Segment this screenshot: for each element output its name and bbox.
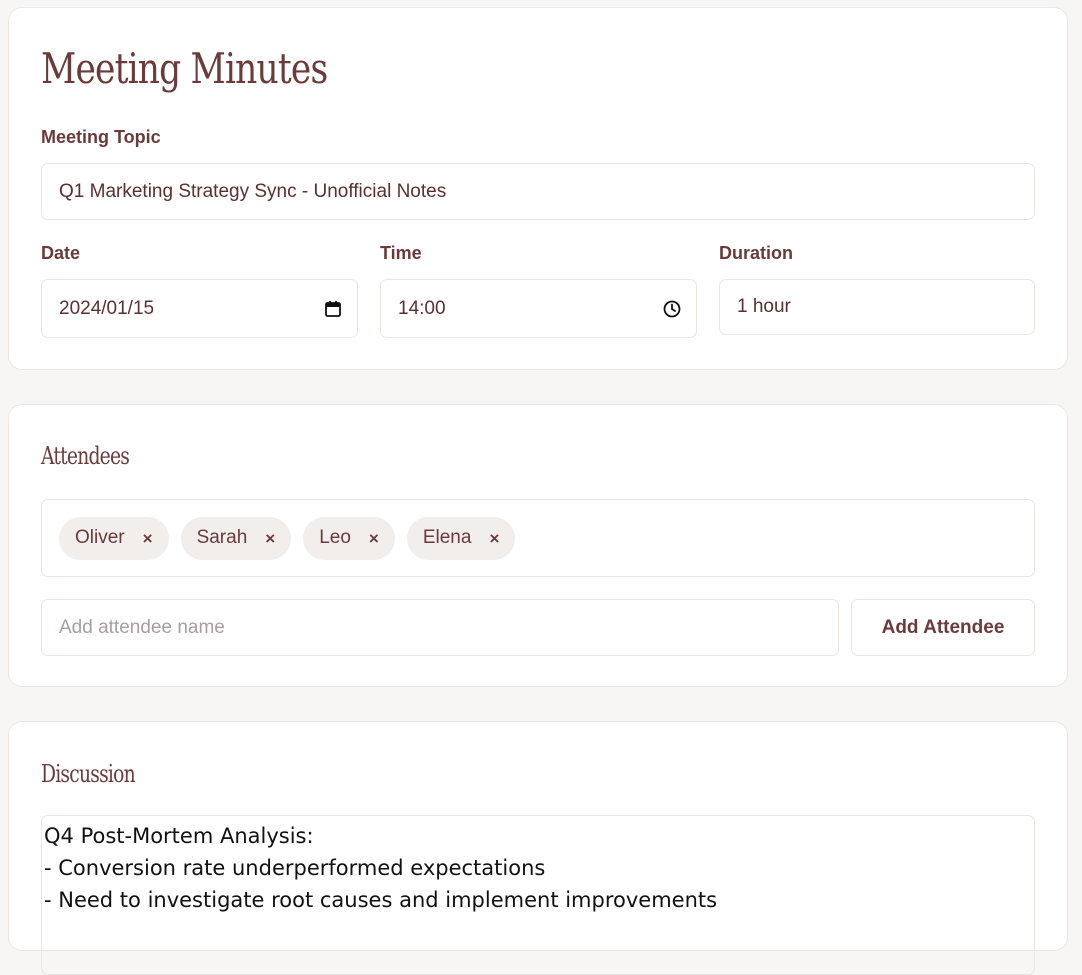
remove-attendee-icon[interactable]: × bbox=[369, 530, 379, 547]
time-value: 14:00 bbox=[398, 297, 446, 319]
date-value: 2024/01/15 bbox=[59, 297, 155, 319]
attendee-name: Elena bbox=[422, 527, 472, 548]
add-attendee-input[interactable]: Add attendee name bbox=[41, 599, 839, 656]
duration-label: Duration bbox=[719, 243, 793, 263]
page-title: Meeting Minutes bbox=[41, 44, 328, 93]
clock-icon[interactable] bbox=[662, 299, 682, 319]
meeting-topic-value: Q1 Marketing Strategy Sync - Unofficial … bbox=[59, 180, 447, 202]
duration-value: 1 hour bbox=[737, 296, 791, 317]
attendee-name: Sarah bbox=[196, 527, 248, 548]
attendee-tag: Oliver × bbox=[59, 516, 169, 560]
calendar-icon[interactable] bbox=[323, 299, 343, 319]
attendee-tag: Sarah × bbox=[180, 516, 292, 560]
discussion-textarea[interactable]: Q4 Post-Mortem Analysis: - Conversion ra… bbox=[41, 815, 1035, 975]
attendee-tag-list: Oliver × Sarah × Leo × Elena × bbox=[41, 499, 1035, 577]
remove-attendee-icon[interactable]: × bbox=[143, 530, 153, 547]
remove-attendee-icon[interactable]: × bbox=[265, 530, 275, 547]
attendees-title: Attendees bbox=[41, 442, 130, 470]
remove-attendee-icon[interactable]: × bbox=[489, 530, 499, 547]
meeting-topic-label: Meeting Topic bbox=[41, 127, 161, 147]
attendee-tag: Elena × bbox=[406, 516, 516, 560]
duration-input[interactable]: 1 hour bbox=[719, 279, 1035, 335]
add-attendee-button[interactable]: Add Attendee bbox=[851, 599, 1035, 656]
attendee-name: Oliver bbox=[75, 527, 125, 548]
meeting-topic-input[interactable]: Q1 Marketing Strategy Sync - Unofficial … bbox=[41, 163, 1035, 220]
discussion-title: Discussion bbox=[41, 760, 136, 788]
attendee-tag: Leo × bbox=[303, 516, 395, 560]
date-input[interactable]: 2024/01/15 bbox=[41, 279, 358, 338]
date-label: Date bbox=[41, 243, 81, 263]
meeting-details-card: Meeting Minutes Meeting Topic Q1 Marketi… bbox=[8, 7, 1068, 370]
time-input[interactable]: 14:00 bbox=[380, 279, 697, 338]
attendee-name: Leo bbox=[319, 527, 351, 548]
discussion-card: Discussion Q4 Post-Mortem Analysis: - Co… bbox=[8, 721, 1068, 975]
time-label: Time bbox=[380, 243, 422, 263]
add-attendee-placeholder: Add attendee name bbox=[59, 616, 225, 638]
attendees-card: Attendees Oliver × Sarah × Leo × Elena ×… bbox=[8, 404, 1068, 687]
